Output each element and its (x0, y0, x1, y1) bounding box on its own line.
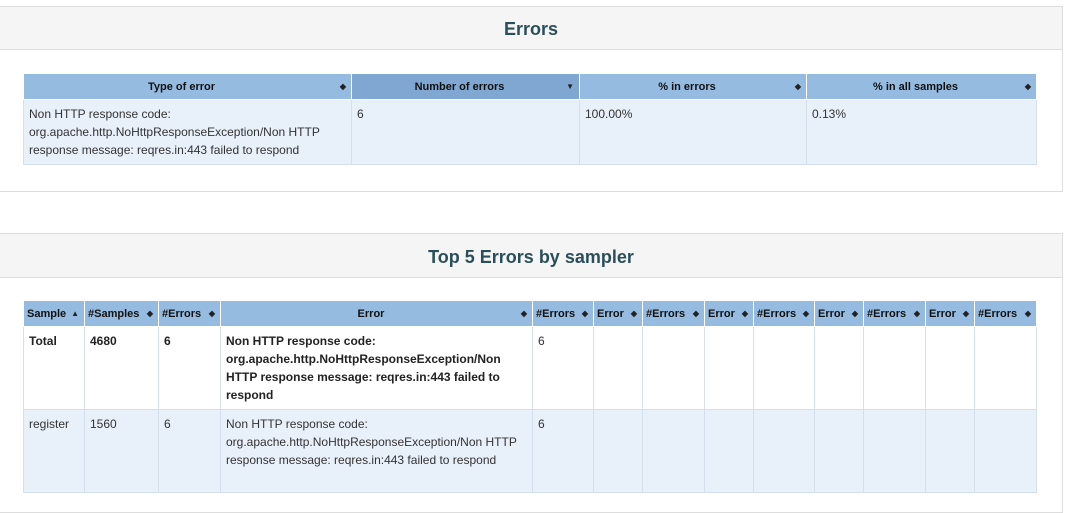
column-header-error-2[interactable]: Error ◆ (593, 300, 643, 327)
errors-4-cell (863, 409, 926, 493)
sort-both-icon: ◆ (146, 308, 153, 318)
column-header-errors-4[interactable]: #Errors ◆ (863, 300, 926, 327)
sample-cell: Total (23, 326, 85, 410)
column-header-errors-2[interactable]: #Errors ◆ (642, 300, 705, 327)
sort-both-icon: ◆ (741, 308, 748, 318)
errors-5-cell (974, 326, 1037, 410)
error-4-cell (814, 409, 864, 493)
column-header-error-5[interactable]: Error ◆ (925, 300, 975, 327)
column-header-errors-3[interactable]: #Errors ◆ (753, 300, 815, 327)
pct-in-all-samples-cell: 0.13% (806, 99, 1037, 165)
sort-asc-icon: ▲ (71, 308, 79, 318)
samples-cell: 1560 (84, 409, 159, 493)
errors-1-cell: 6 (532, 409, 594, 493)
error-type-cell: Non HTTP response code: org.apache.http.… (23, 99, 352, 165)
column-header-errors[interactable]: #Errors ◆ (158, 300, 221, 327)
column-header-samples[interactable]: #Samples ◆ (84, 300, 159, 327)
samples-cell: 4680 (84, 326, 159, 410)
sort-both-icon: ◆ (630, 308, 637, 318)
pct-in-errors-cell: 100.00% (579, 99, 807, 165)
error-5-cell (925, 409, 975, 493)
sample-cell: register (23, 409, 85, 493)
sort-both-icon: ◆ (1024, 308, 1031, 318)
errors-2-cell (642, 326, 705, 410)
table-row-total: Total 4680 6 Non HTTP response code: org… (23, 326, 1037, 410)
errors-panel: Errors Type of error ◆ Number of errors ▼ … (0, 6, 1063, 192)
errors-table: Type of error ◆ Number of errors ▼ % in er… (23, 73, 1037, 165)
top5-panel-title: Top 5 Errors by sampler (0, 234, 1062, 278)
column-header-pct-in-all-samples[interactable]: % in all samples ◆ (806, 73, 1037, 100)
sort-both-icon: ◆ (581, 308, 588, 318)
sort-both-icon: ◆ (962, 308, 969, 318)
errors-1-cell: 6 (532, 326, 594, 410)
error-5-cell (925, 326, 975, 410)
errors-4-cell (863, 326, 926, 410)
error-2-cell (593, 326, 643, 410)
sort-both-icon: ◆ (913, 308, 920, 318)
sort-both-icon: ◆ (802, 308, 809, 318)
error-3-cell (704, 326, 754, 410)
column-header-error-4[interactable]: Error ◆ (814, 300, 864, 327)
column-header-number-of-errors[interactable]: Number of errors ▼ (351, 73, 580, 100)
error-1-cell: Non HTTP response code: org.apache.http.… (220, 409, 533, 493)
column-header-error-3[interactable]: Error ◆ (704, 300, 754, 327)
errors-2-cell (642, 409, 705, 493)
column-header-sample[interactable]: Sample ▲ (23, 300, 85, 327)
table-row: register 1560 6 Non HTTP response code: … (23, 409, 1037, 493)
sort-both-icon: ◆ (794, 81, 801, 91)
table-row: Non HTTP response code: org.apache.http.… (23, 99, 1037, 165)
sort-both-icon: ◆ (692, 308, 699, 318)
column-header-type-of-error[interactable]: Type of error ◆ (23, 73, 352, 100)
sort-desc-icon: ▼ (566, 81, 574, 91)
errors-3-cell (753, 326, 815, 410)
error-1-cell: Non HTTP response code: org.apache.http.… (220, 326, 533, 410)
error-2-cell (593, 409, 643, 493)
error-3-cell (704, 409, 754, 493)
errors-5-cell (974, 409, 1037, 493)
error-4-cell (814, 326, 864, 410)
column-header-errors-1[interactable]: #Errors ◆ (532, 300, 594, 327)
errors-3-cell (753, 409, 815, 493)
sort-both-icon: ◆ (339, 81, 346, 91)
sort-both-icon: ◆ (520, 308, 527, 318)
errors-cell: 6 (158, 326, 221, 410)
error-count-cell: 6 (351, 99, 580, 165)
sort-both-icon: ◆ (1024, 81, 1031, 91)
sort-both-icon: ◆ (851, 308, 858, 318)
errors-cell: 6 (158, 409, 221, 493)
sort-both-icon: ◆ (208, 308, 215, 318)
top5-errors-panel: Top 5 Errors by sampler Sample ▲ #Samples… (0, 233, 1063, 513)
top5-errors-table: Sample ▲ #Samples ◆ #Errors ◆ Error ◆ #Error… (23, 300, 1037, 493)
column-header-errors-5[interactable]: #Errors ◆ (974, 300, 1037, 327)
column-header-error-1[interactable]: Error ◆ (220, 300, 533, 327)
column-header-pct-in-errors[interactable]: % in errors ◆ (579, 73, 807, 100)
errors-panel-title: Errors (0, 7, 1062, 50)
